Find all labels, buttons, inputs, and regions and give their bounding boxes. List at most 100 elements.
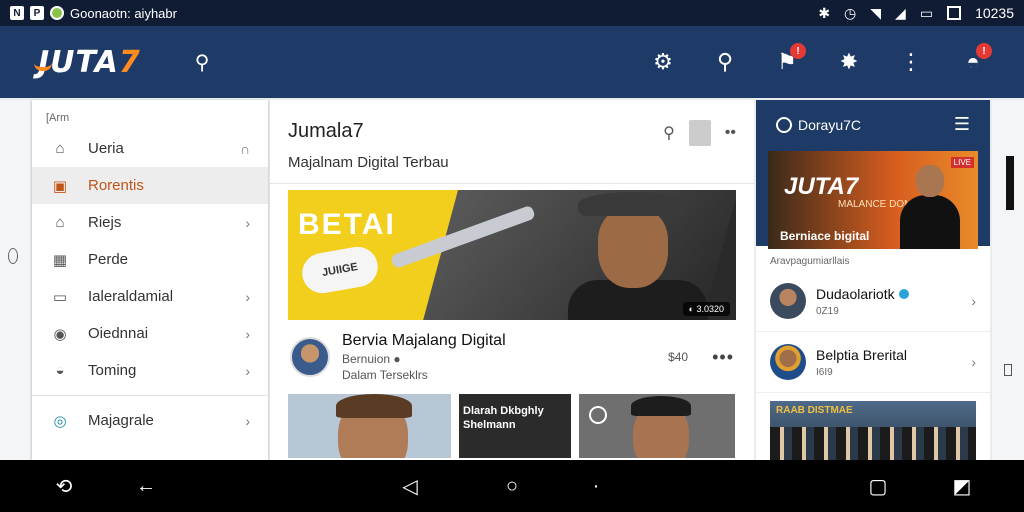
drawer-item-home[interactable]: ⌂ Ueria ∩ [32, 130, 268, 167]
drawer-item-document[interactable]: ▭ Ialeraldamial › [32, 278, 268, 315]
logo[interactable]: JUTA7 [34, 44, 141, 80]
post-meta: Dalam Terseklrs [342, 368, 428, 382]
drawer-item-label: Perde [88, 251, 129, 268]
notifications-badge: ! [790, 43, 806, 59]
dot-icon[interactable]: · [584, 474, 608, 498]
post-title[interactable]: Bervia Majalang Digital [342, 332, 668, 350]
banner-person [896, 161, 966, 249]
hero-image[interactable]: BETAI JUIIGE ◐ 3.0320 [288, 190, 736, 320]
photo-headline: RAAB DISTMAE [776, 405, 853, 416]
inbox-icon: ◒ [55, 362, 65, 379]
scrollbar[interactable] [1006, 156, 1014, 210]
avatar[interactable] [290, 337, 330, 377]
chevron-right-icon[interactable]: › [971, 354, 976, 370]
folder-icon: ⌂ [55, 214, 65, 231]
drawer-item-calendar[interactable]: ▦ Perde [32, 241, 268, 278]
alerts-icon[interactable]: ◓! [960, 43, 992, 75]
promo-banner[interactable]: JUTA7 MALANCE DOMAN Berniace bigital LIV… [768, 151, 978, 249]
list-item-title: Belptia Brerital [816, 346, 908, 363]
drawer-item-compass[interactable]: ◎ Majagrale › [32, 402, 268, 439]
logo-number: 7 [118, 44, 141, 80]
chevron-right-icon: › [245, 214, 250, 231]
feed-title: Jumala7 [288, 120, 364, 142]
feed-subtitle: Majalnam Digital Terbau [270, 146, 754, 184]
search-icon[interactable]: ⚲ [663, 123, 675, 143]
post-row[interactable]: Bervia Majalang Digital Bernuion ● Dalam… [270, 320, 754, 392]
chevron-right-icon[interactable]: › [971, 293, 976, 309]
more-vertical-icon[interactable]: ⋮ [898, 49, 924, 75]
drawer-item-folder[interactable]: ⌂ Riejs › [32, 204, 268, 241]
app-icon: P [30, 6, 44, 20]
drawer-item-label: Toming [88, 362, 137, 379]
list-item[interactable]: Dudaolariotk 0Z19 › [756, 271, 990, 332]
banner-person-face [916, 165, 944, 197]
brand-icon [776, 116, 792, 133]
thumbnail-image[interactable] [288, 394, 451, 458]
post-count: $40 [668, 350, 689, 364]
chevron-right-icon: › [245, 412, 250, 429]
crowd-image [770, 427, 976, 460]
left-edge-panel [0, 100, 30, 460]
hero-person-face [598, 208, 668, 288]
notification-icon: N [10, 6, 24, 20]
hero-stamp-text: 3.0320 [696, 304, 724, 314]
banner-logo: JUTA7 [784, 173, 859, 200]
back-icon[interactable]: ← [134, 474, 158, 498]
dot-icon: ● [393, 352, 401, 366]
home-icon: ⌂ [55, 140, 65, 157]
clock: 10235 [975, 5, 1014, 21]
drawer-item-label: Ueria [88, 140, 124, 157]
bluetooth-icon: ✱ [818, 4, 831, 21]
live-badge: LIVE [950, 157, 974, 168]
notifications-icon[interactable]: ⚑! [774, 43, 806, 75]
verified-icon [898, 288, 909, 299]
play-icon[interactable] [589, 406, 607, 424]
thumbnail-text: Dlarah Dkbghly Shelmann [463, 405, 544, 431]
drawer-item-info[interactable]: ◉ Oiednnai › [32, 315, 268, 352]
bookmark-icon[interactable]: ∩ [240, 141, 250, 157]
thumbnail-video[interactable] [579, 394, 735, 458]
back-triangle-icon[interactable]: ◁ [398, 474, 422, 498]
screenshot-icon[interactable]: ◩ [950, 474, 974, 498]
chevron-right-icon: › [245, 325, 250, 342]
drawer-handle-icon[interactable] [8, 248, 18, 264]
settings-icon[interactable]: ⚙ [650, 49, 676, 75]
spark-icon[interactable]: ✸ [836, 49, 862, 75]
right-panel-header: Dorayu7C ☰ JUTA7 MALANCE DOMAN Berniace … [756, 100, 990, 249]
home-circle-icon[interactable]: ○ [500, 474, 524, 498]
edge-handle-icon[interactable] [1004, 364, 1012, 376]
more-horizontal-icon[interactable]: ••• [712, 347, 734, 368]
drawer-item-news[interactable]: ▣ Rorentis [32, 167, 268, 204]
status-bar: N P Goonaotn: aiyhabr ✱ ◷ ◥ ◢ ▭ 10235 [0, 0, 1024, 26]
app-bar: JUTA7 ⚲ ⚙ ⚲ ⚑! ✸ ⋮ ◓! [0, 26, 1024, 98]
more-horizontal-icon[interactable]: •• [725, 124, 736, 142]
section-label: Aravpagumiarllais [770, 256, 850, 267]
post-author: Bernuion [342, 352, 391, 366]
search-button-icon[interactable]: ⚲ [712, 49, 738, 75]
recents-icon[interactable]: ▢ [866, 474, 890, 498]
list-item[interactable]: Belptia Brerital I6I9 › [756, 332, 990, 393]
cast-icon: ▭ [919, 4, 934, 21]
list-item-subtitle: 0Z19 [816, 305, 839, 317]
hero-stamp: ◐ 3.0320 [682, 302, 730, 316]
drawer-item-label: Oiednnai [88, 325, 149, 342]
list-item-subtitle: I6I9 [816, 366, 833, 378]
thumbnail-image[interactable]: Dlarah Dkbghly Shelmann [459, 394, 571, 458]
compass-icon: ◎ [53, 412, 67, 430]
search-icon[interactable]: ⚲ [195, 50, 210, 75]
avatar[interactable] [770, 283, 806, 319]
list-item-title: Dudaolariotk [816, 285, 895, 302]
thumbnail-row: Dlarah Dkbghly Shelmann [270, 392, 754, 460]
hamburger-menu-icon[interactable]: ☰ [954, 114, 970, 135]
drawer-item-inbox[interactable]: ◒ Toming › [32, 352, 268, 389]
news-photo[interactable]: RAAB DISTMAE [770, 401, 976, 460]
chevron-right-icon: › [245, 362, 250, 379]
tag-icon[interactable] [688, 120, 711, 146]
avatar[interactable] [770, 344, 806, 380]
main-feed: Jumala7 ⚲ •• Majalnam Digital Terbau BET… [270, 100, 754, 460]
chevron-right-icon: › [245, 288, 250, 305]
drawer-item-label: Majagrale [88, 412, 154, 429]
rotate-icon[interactable]: ⟲ [52, 474, 76, 498]
calendar-icon: ▦ [52, 251, 68, 269]
drawer-item-label: Ialeraldamial [88, 288, 174, 305]
